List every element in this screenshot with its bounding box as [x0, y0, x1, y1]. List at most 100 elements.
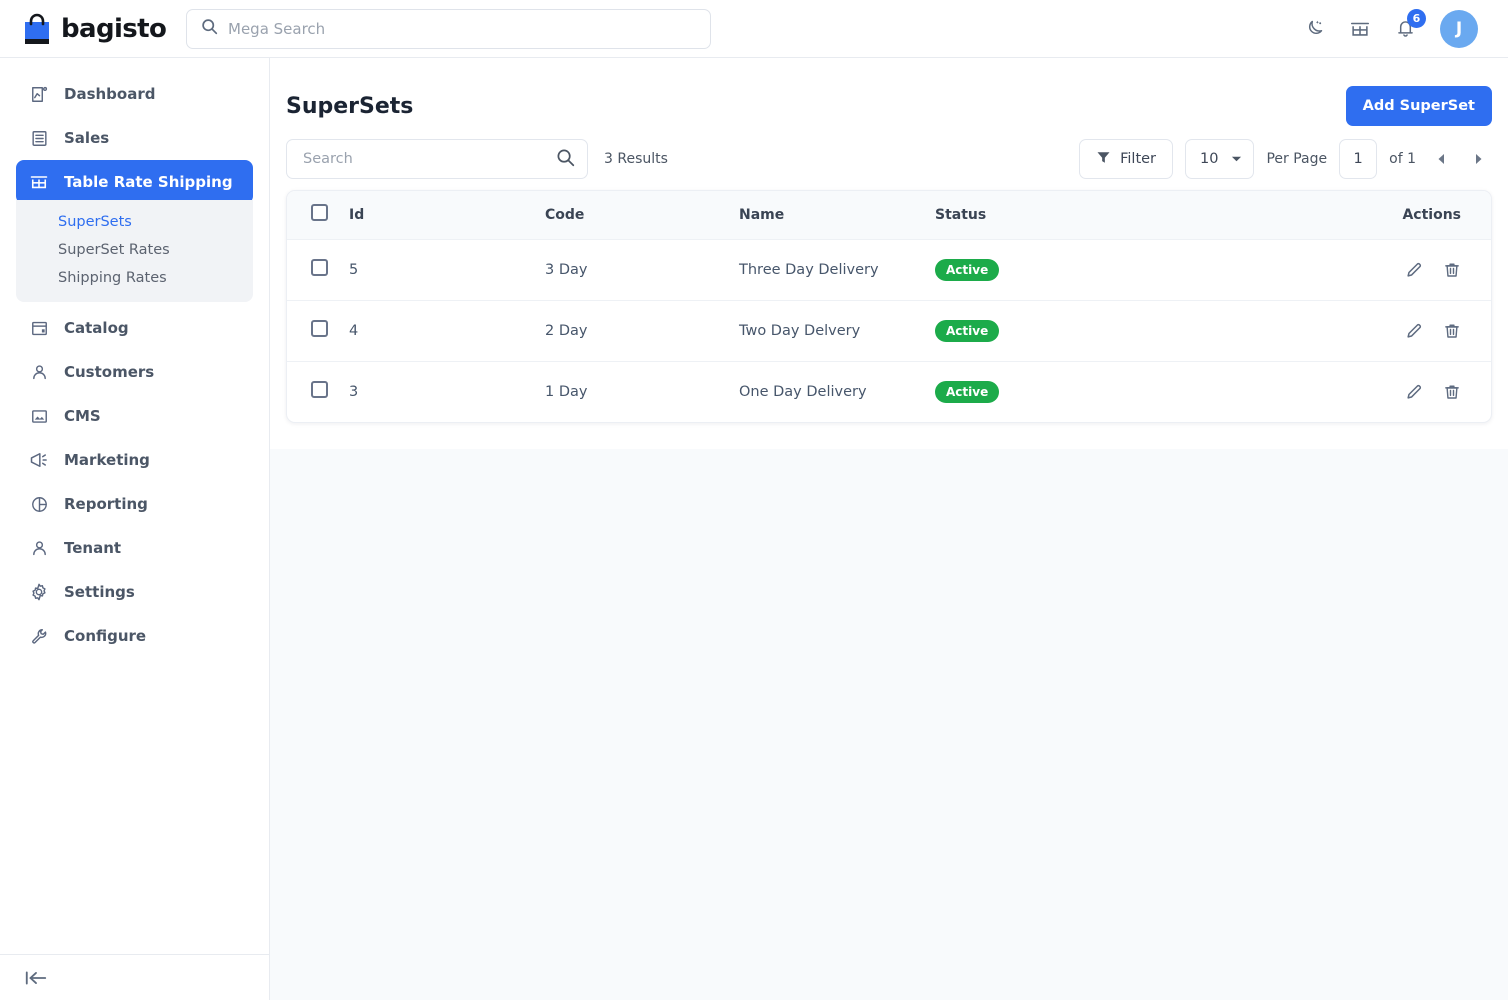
pencil-icon[interactable] — [1405, 260, 1424, 279]
page-number-input[interactable]: 1 — [1339, 139, 1378, 179]
funnel-icon — [1096, 150, 1111, 169]
search-box[interactable] — [286, 139, 588, 179]
add-superset-button[interactable]: Add SuperSet — [1345, 86, 1492, 126]
status-badge: Active — [935, 258, 1000, 281]
sidebar-subitem-shipping-rates[interactable]: Shipping Rates — [16, 264, 253, 292]
filter-label: Filter — [1120, 151, 1157, 167]
status-badge: Active — [935, 319, 1000, 342]
per-page-value: 10 — [1200, 151, 1219, 167]
select-all-header — [287, 191, 349, 239]
sidebar-subitem-label: SuperSet Rates — [58, 242, 170, 258]
column-header-id[interactable]: Id — [349, 191, 545, 239]
header-actions: 6 J — [1304, 9, 1486, 48]
sidebar-item-label: Reporting — [64, 495, 148, 513]
sidebar-item-label: Table Rate Shipping — [64, 173, 233, 191]
catalog-box-icon — [28, 317, 50, 339]
sidebar-item-table-rate-shipping[interactable]: Table Rate Shipping — [16, 160, 253, 204]
bell-icon[interactable]: 6 — [1395, 9, 1426, 39]
search-icon[interactable] — [556, 148, 575, 171]
gear-icon — [28, 581, 50, 603]
moon-icon[interactable] — [1304, 18, 1325, 39]
row-select-cell — [287, 300, 349, 361]
megaphone-icon — [28, 449, 50, 471]
supersets-table-card: Id Code Name Status Actions 5 3 Day Thre… — [286, 190, 1492, 423]
sidebar-subitem-superset-rates[interactable]: SuperSet Rates — [16, 236, 253, 264]
brand-logo[interactable]: bagisto — [22, 13, 168, 45]
sidebar-item-marketing[interactable]: Marketing — [16, 438, 253, 482]
row-checkbox[interactable] — [311, 381, 328, 399]
row-checkbox[interactable] — [311, 259, 328, 276]
sidebar-item-sales[interactable]: Sales — [16, 116, 253, 160]
results-count: 3 Results — [604, 151, 668, 167]
sidebar-subitem-label: SuperSets — [58, 214, 132, 230]
sidebar-item-label: Marketing — [64, 451, 150, 469]
sidebar-item-label: Settings — [64, 583, 135, 601]
row-select-cell — [287, 239, 349, 300]
per-page-select[interactable]: 10 — [1185, 139, 1255, 179]
sidebar-subitem-supersets[interactable]: SuperSets — [16, 208, 253, 236]
sidebar-item-label: Configure — [64, 627, 147, 645]
sidebar-item-cms[interactable]: CMS — [16, 394, 253, 438]
sidebar-item-dashboard[interactable]: Dashboard — [16, 72, 253, 116]
sidebar-nav: Dashboard Sales Table Rate Shipping Supe… — [0, 58, 269, 954]
sidebar-submenu: SuperSets SuperSet Rates Shipping Rates — [16, 200, 253, 302]
page-header: SuperSets Add SuperSet — [286, 58, 1492, 128]
cell-actions — [1265, 300, 1491, 361]
cell-actions — [1265, 361, 1491, 422]
pagination-controls: Filter 10 Per Page 1 of 1 — [1079, 139, 1492, 179]
total-pages-label: of 1 — [1389, 151, 1416, 167]
page-title: SuperSets — [286, 93, 414, 119]
table-header-row: Id Code Name Status Actions — [287, 191, 1491, 239]
cell-id: 3 — [349, 383, 359, 400]
sidebar-item-customers[interactable]: Customers — [16, 350, 253, 394]
sidebar-item-settings[interactable]: Settings — [16, 570, 253, 614]
trash-icon[interactable] — [1443, 322, 1461, 340]
empty-area — [270, 449, 1508, 1000]
table-row[interactable]: 5 3 Day Three Day Delivery Active — [287, 239, 1491, 300]
filter-button[interactable]: Filter — [1079, 139, 1174, 179]
cell-name: Two Day Delvery — [739, 322, 861, 339]
sidebar-item-catalog[interactable]: Catalog — [16, 306, 253, 350]
collapse-sidebar-icon[interactable] — [24, 968, 48, 988]
mega-search-box[interactable] — [186, 8, 711, 49]
sidebar-item-tenant[interactable]: Tenant — [16, 526, 253, 570]
sidebar-item-label: Customers — [64, 363, 155, 381]
sidebar-item-label: CMS — [64, 407, 101, 425]
search-icon — [201, 18, 218, 39]
app-root: bagisto Mega Search 6 J Dashboard Sales … — [0, 0, 1508, 1000]
table-row[interactable]: 3 1 Day One Day Delivery Active — [287, 361, 1491, 422]
trash-icon[interactable] — [1443, 383, 1461, 401]
search-input[interactable] — [303, 151, 556, 167]
column-header-code[interactable]: Code — [545, 191, 739, 239]
image-frame-icon — [28, 405, 50, 427]
sidebar-item-configure[interactable]: Configure — [16, 614, 253, 658]
store-front-icon[interactable] — [1349, 18, 1371, 40]
chevron-left-icon[interactable] — [1428, 144, 1454, 174]
column-header-actions: Actions — [1402, 206, 1461, 223]
table-body: 5 3 Day Three Day Delivery Active 4 2 Da… — [287, 239, 1491, 422]
select-all-checkbox[interactable] — [311, 204, 328, 222]
chevron-right-icon[interactable] — [1466, 144, 1492, 174]
avatar[interactable]: J — [1440, 9, 1478, 48]
pencil-icon[interactable] — [1405, 382, 1424, 401]
supersets-table: Id Code Name Status Actions 5 3 Day Thre… — [287, 191, 1491, 422]
pencil-icon[interactable] — [1405, 321, 1424, 340]
invoice-list-icon — [28, 127, 50, 149]
body-wrapper: Dashboard Sales Table Rate Shipping Supe… — [0, 58, 1508, 1000]
sidebar-item-label: Sales — [64, 129, 110, 147]
user-icon — [28, 361, 50, 383]
trash-icon[interactable] — [1443, 261, 1461, 279]
cell-status: Active — [935, 239, 1265, 300]
sidebar-item-reporting[interactable]: Reporting — [16, 482, 253, 526]
cell-status: Active — [935, 300, 1265, 361]
row-checkbox[interactable] — [311, 320, 328, 337]
user-icon — [28, 537, 50, 559]
row-select-cell — [287, 361, 349, 422]
mega-search-input[interactable] — [228, 19, 696, 38]
column-header-status[interactable]: Status — [935, 191, 1265, 239]
status-badge: Active — [935, 380, 1000, 403]
pie-chart-icon — [28, 493, 50, 515]
sidebar-item-label: Catalog — [64, 319, 129, 337]
column-header-name[interactable]: Name — [739, 191, 935, 239]
table-row[interactable]: 4 2 Day Two Day Delvery Active — [287, 300, 1491, 361]
